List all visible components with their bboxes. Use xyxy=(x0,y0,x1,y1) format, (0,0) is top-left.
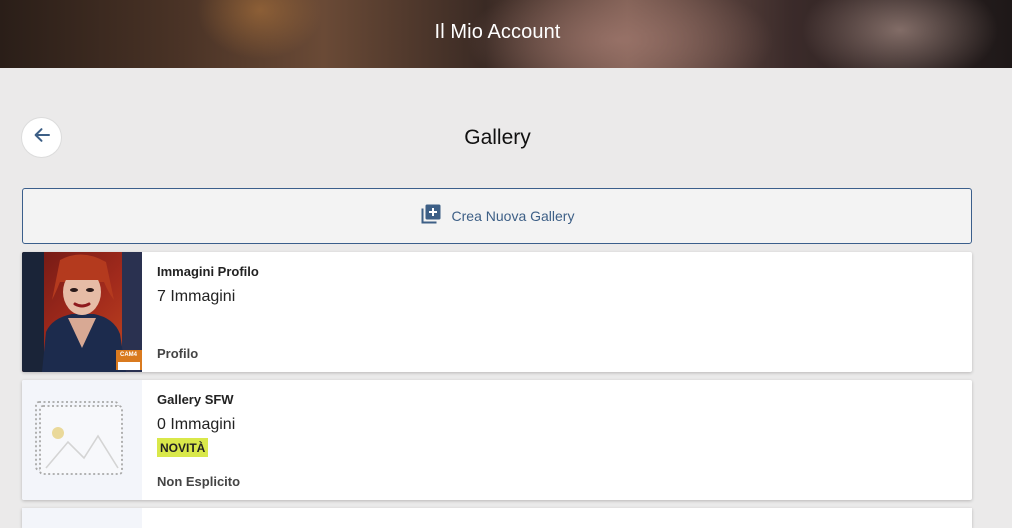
gallery-thumbnail xyxy=(22,508,142,528)
gallery-image-count: 7 Immagini xyxy=(157,288,236,305)
gallery-title: Gallery SFW xyxy=(157,392,234,407)
thumbnail-brand: CAM4 xyxy=(120,352,138,358)
account-header: Il Mio Account xyxy=(0,0,1012,68)
gallery-card-sfw[interactable]: Gallery SFW 0 Immagini NOVITÀ Non Esplic… xyxy=(22,380,972,500)
gallery-card-profile[interactable]: CAM4 alice Immagini Profilo 7 Immagini P… xyxy=(22,252,972,372)
gallery-thumbnail[interactable]: CAM4 alice xyxy=(22,252,142,372)
gallery-card-partial[interactable] xyxy=(22,508,972,528)
gallery-image-count: 0 Immagini xyxy=(157,416,236,433)
header-title: Il Mio Account xyxy=(434,21,561,43)
thumbnail-username: alice xyxy=(120,362,137,371)
gallery-type: Profilo xyxy=(157,346,199,361)
gallery-thumbnail[interactable] xyxy=(22,380,142,500)
create-gallery-label: Crea Nuova Gallery xyxy=(451,208,575,224)
gallery-title: Immagini Profilo xyxy=(157,264,259,279)
image-placeholder-icon xyxy=(22,401,142,500)
gallery-type: Non Esplicito xyxy=(157,474,241,489)
new-badge: NOVITÀ xyxy=(157,438,209,457)
add-to-library-icon xyxy=(420,203,442,230)
page-title: Gallery xyxy=(464,126,531,149)
create-gallery-button[interactable]: Crea Nuova Gallery xyxy=(22,188,972,244)
